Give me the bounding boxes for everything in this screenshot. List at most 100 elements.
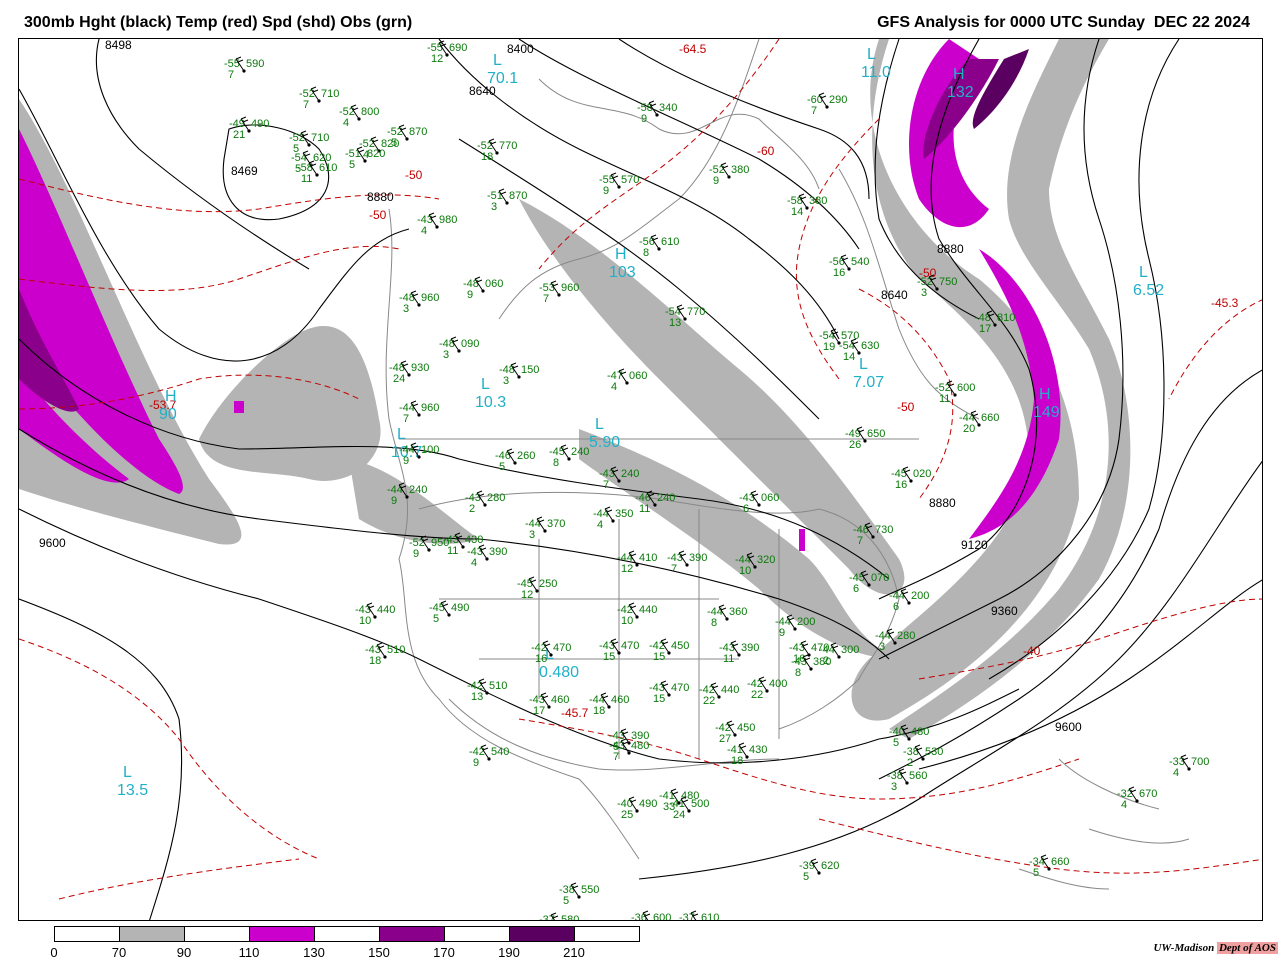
station-observation: -39 6205	[799, 858, 839, 883]
station-dot	[417, 455, 421, 459]
station-observation: -45 4905	[429, 600, 469, 625]
obs-height: 410	[639, 552, 657, 564]
obs-height: 060	[761, 492, 779, 504]
obs-height: 600	[653, 912, 671, 921]
station-dot	[635, 615, 639, 619]
obs-dewpoint-depression: 7	[857, 535, 863, 547]
station-observation: -38 5302	[903, 744, 943, 769]
pressure-system-type: H	[1039, 386, 1051, 403]
station-observation: -42 45027	[715, 720, 755, 745]
obs-dewpoint-depression: 5	[349, 159, 355, 171]
obs-height: 620	[821, 860, 839, 872]
pressure-system-type: L	[481, 376, 490, 393]
station-dot	[907, 737, 911, 741]
station-dot	[725, 617, 729, 621]
obs-dewpoint-depression: 5	[563, 895, 569, 907]
station-observation: -44 3002	[819, 642, 859, 667]
height-label: 8880	[929, 496, 956, 510]
station-dot	[547, 705, 551, 709]
station-observation: -33 7004	[1169, 754, 1209, 779]
station-dot	[1047, 867, 1051, 871]
station-dot	[765, 689, 769, 693]
temperature-label: -45.7	[561, 706, 589, 720]
temperature-label: -50	[369, 208, 387, 222]
pressure-system-value: 7.07	[853, 374, 884, 391]
station-dot	[1135, 799, 1139, 803]
station-dot	[745, 755, 749, 759]
pressure-system-type: H	[165, 388, 177, 405]
pressure-system-type: L	[859, 356, 868, 373]
station-dot	[625, 381, 629, 385]
station-observation: -43 3904	[467, 544, 507, 569]
station-observation: -55 5709	[599, 172, 639, 197]
map-annotations: 8498 8400 8640 8469 8880 8880 8640 8880 …	[39, 39, 1239, 921]
speed-color-legend	[54, 926, 640, 942]
station-dot	[857, 351, 861, 355]
obs-dewpoint-depression: 11	[301, 173, 312, 185]
station-dot	[495, 151, 499, 155]
obs-dewpoint-depression: 4	[1173, 767, 1179, 779]
obs-height: 240	[621, 468, 639, 480]
station-observation: -48 0903	[439, 336, 479, 361]
obs-dewpoint-depression: 10	[359, 615, 371, 627]
obs-height: 430	[749, 744, 767, 756]
station-observation: -53 9607	[539, 280, 579, 305]
obs-dewpoint-depression: 24	[393, 373, 405, 385]
obs-height: 960	[421, 292, 439, 304]
station-observation: -48 0609	[463, 276, 503, 301]
station-dot	[483, 503, 487, 507]
station-observation: -44 2803	[875, 628, 915, 653]
obs-dewpoint-depression: 7	[543, 293, 549, 305]
obs-dewpoint-depression: 9	[403, 455, 409, 467]
station-observation: -45 2408	[549, 444, 589, 469]
obs-height: 660	[1051, 856, 1069, 868]
obs-dewpoint-depression: 8	[643, 247, 649, 259]
station-dot	[907, 601, 911, 605]
obs-dewpoint-depression: 3	[529, 529, 535, 541]
station-dot	[417, 413, 421, 417]
temperature-label: -50	[897, 400, 915, 414]
station-dot	[935, 287, 939, 291]
station-observation: -55 5907	[224, 56, 264, 81]
legend-label: 70	[111, 945, 127, 960]
legend-swatch	[120, 927, 185, 941]
obs-height: 480	[911, 726, 929, 738]
obs-dewpoint-depression: 4	[611, 381, 617, 393]
obs-height: 770	[499, 140, 517, 152]
obs-height: 400	[769, 678, 787, 690]
obs-height: 540	[851, 256, 869, 268]
station-observation: -48 1503	[499, 362, 539, 387]
height-label: 8498	[105, 39, 132, 52]
credit-dept: Dept of AOS	[1216, 942, 1278, 954]
legend-swatch	[185, 927, 250, 941]
obs-dewpoint-depression: 7	[303, 99, 309, 111]
station-dot	[513, 461, 517, 465]
credit-org: UW-Madison	[1153, 942, 1215, 954]
legend-swatch	[315, 927, 380, 941]
legend-swatch	[380, 927, 445, 941]
obs-dewpoint-depression: 2	[823, 655, 829, 667]
station-dot	[627, 751, 631, 755]
station-observation: -46 24011	[635, 490, 675, 515]
temperature-label: -40	[1023, 644, 1041, 658]
obs-dewpoint-depression: 9	[713, 175, 719, 187]
map-title: 300mb Hght (black) Temp (red) Spd (shd) …	[24, 14, 413, 31]
station-observation: -46 2605	[495, 448, 535, 473]
station-dot	[825, 105, 829, 109]
obs-height: 200	[797, 616, 815, 628]
obs-height: 020	[913, 468, 931, 480]
obs-height: 590	[246, 58, 264, 70]
pressure-system-value: 6.52	[1133, 282, 1164, 299]
obs-height: 510	[387, 644, 405, 656]
station-dot	[867, 583, 871, 587]
obs-height: 470	[671, 682, 689, 694]
obs-dewpoint-depression: 12	[621, 563, 633, 575]
station-observation: -47 0604	[607, 368, 647, 393]
obs-dewpoint-depression: 3	[443, 349, 449, 361]
obs-dewpoint-depression: 3	[891, 781, 897, 793]
obs-dewpoint-depression: 15	[603, 651, 615, 663]
station-dot	[373, 615, 377, 619]
obs-dewpoint-depression: 18	[731, 755, 743, 767]
station-observation: -58 3409	[637, 100, 677, 125]
pressure-system-value: 11.0	[861, 64, 891, 81]
